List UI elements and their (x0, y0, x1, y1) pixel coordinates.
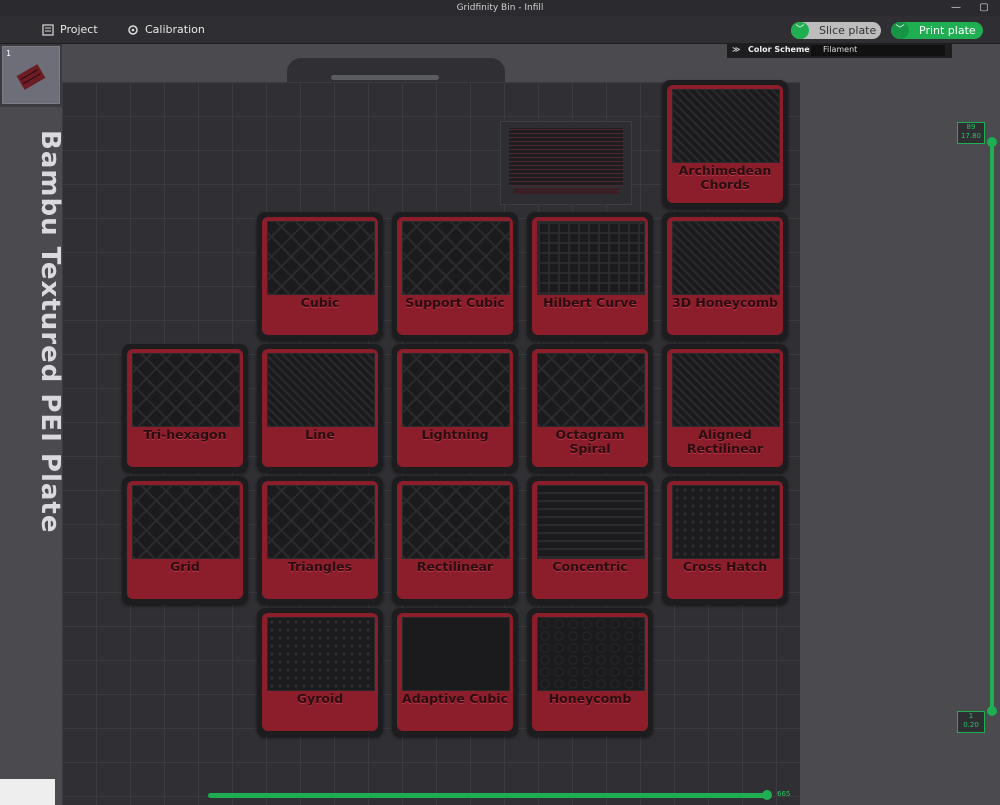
tile-label: Gyroid (296, 691, 344, 706)
layer-top-height: 17.80 (960, 132, 982, 140)
layer-bottom-height: 0.20 (963, 721, 979, 729)
infill-tile[interactable]: Support Cubic (392, 212, 518, 340)
calibration-tab[interactable]: Calibration (127, 21, 205, 38)
tile-pattern (267, 617, 375, 691)
tile-label: Lightning (421, 427, 489, 442)
project-tab[interactable]: Project (42, 21, 98, 38)
view-cube[interactable] (0, 779, 55, 805)
tile-label: Hilbert Curve (543, 295, 637, 310)
infill-tile[interactable]: Hilbert Curve (527, 212, 653, 340)
layer-slider-track[interactable] (990, 140, 994, 712)
small-model-pattern (509, 128, 623, 186)
plate-number: 1 (6, 49, 12, 58)
print-plate-label: Print plate (919, 24, 976, 37)
tile-pattern (267, 221, 375, 295)
tile-pattern (672, 89, 780, 163)
tile-label: Tri-hexagon (143, 427, 227, 442)
tile-pattern (537, 221, 645, 295)
tile-pattern (537, 617, 645, 691)
tile-label: Cubic (300, 295, 340, 310)
infill-tile[interactable]: Lightning (392, 344, 518, 472)
tile-pattern (132, 485, 240, 559)
tile-label: Rectilinear (416, 559, 494, 574)
layer-bottom-badge: 1 0.20 (957, 711, 985, 733)
tile-pattern (537, 485, 645, 559)
tile-label: Aligned Rectilinear (686, 427, 764, 456)
slice-plate-label: Slice plate (819, 24, 877, 37)
tile-pattern (132, 353, 240, 427)
infill-tile[interactable]: Gyroid (257, 608, 383, 736)
infill-tile[interactable]: Concentric (527, 476, 653, 604)
infill-tile[interactable]: Archimedean Chords (662, 80, 788, 208)
plate-preview-icon (16, 64, 46, 90)
plate-handle-slot (331, 75, 439, 80)
tile-label: Octagram Spiral (555, 427, 625, 456)
project-icon (42, 23, 54, 36)
tile-pattern (402, 353, 510, 427)
infill-tile[interactable]: Grid (122, 476, 248, 604)
calibration-label: Calibration (145, 23, 205, 36)
infill-tile[interactable]: Aligned Rectilinear (662, 344, 788, 472)
print-plate-button[interactable]: ﹀ Print plate (891, 22, 983, 39)
tile-label: Concentric (552, 559, 628, 574)
move-slider-handle[interactable] (762, 790, 772, 800)
tile-label: Honeycomb (548, 691, 632, 706)
slice-dropdown-icon[interactable]: ﹀ (791, 22, 809, 39)
infill-tile[interactable]: Tri-hexagon (122, 344, 248, 472)
infill-tile[interactable]: Rectilinear (392, 476, 518, 604)
tile-label: Adaptive Cubic (402, 691, 508, 706)
tile-pattern (402, 485, 510, 559)
plate-name-label: Bambu Textured PEI Plate (35, 130, 65, 534)
tile-label: 3D Honeycomb (672, 295, 778, 310)
slice-plate-button[interactable]: ﹀ Slice plate (791, 22, 881, 39)
small-model-bar (513, 188, 619, 194)
move-slider-track[interactable] (208, 793, 768, 798)
tile-label: Line (305, 427, 335, 442)
small-model-object[interactable] (500, 121, 632, 205)
window-titlebar: Gridfinity Bin - Infill (0, 0, 1000, 16)
layer-top-badge: 89 17.80 (957, 122, 985, 144)
infill-tile[interactable]: Line (257, 344, 383, 472)
layer-bottom-handle[interactable] (987, 706, 997, 716)
tile-pattern (267, 485, 375, 559)
color-scheme-select[interactable]: Filament (811, 45, 945, 56)
infill-tile[interactable]: Honeycomb (527, 608, 653, 736)
maximize-button[interactable]: ▢ (970, 0, 998, 16)
infill-tile[interactable]: Triangles (257, 476, 383, 604)
tile-label: Cross Hatch (682, 559, 768, 574)
maximize-icon: ▢ (979, 2, 989, 13)
tile-label: Grid (170, 559, 200, 574)
tile-pattern (672, 221, 780, 295)
color-scheme-bar[interactable]: ≫ Color Scheme Filament (727, 43, 952, 58)
tile-label: Triangles (287, 559, 353, 574)
window-title: Gridfinity Bin - Infill (456, 3, 544, 13)
infill-tile[interactable]: Cross Hatch (662, 476, 788, 604)
layer-bottom-value: 1 (968, 712, 974, 720)
main-toolbar: Project Calibration ﹀ Slice plate ﹀ Prin… (0, 16, 1000, 44)
project-label: Project (60, 23, 98, 36)
collapse-icon[interactable]: ≫ (732, 45, 740, 54)
infill-tile[interactable]: Octagram Spiral (527, 344, 653, 472)
tile-pattern (267, 353, 375, 427)
move-slider-value: 665 (777, 790, 791, 798)
infill-tile[interactable]: Cubic (257, 212, 383, 340)
tile-pattern (672, 485, 780, 559)
layer-top-value: 89 (966, 123, 976, 131)
tile-pattern (402, 617, 510, 691)
minimize-icon: — (951, 2, 961, 13)
minimize-button[interactable]: — (942, 0, 970, 16)
tile-label: Support Cubic (405, 295, 505, 310)
tile-label: Archimedean Chords (678, 163, 772, 192)
infill-tile[interactable]: Adaptive Cubic (392, 608, 518, 736)
print-dropdown-icon[interactable]: ﹀ (891, 22, 909, 39)
layer-top-handle[interactable] (987, 137, 997, 147)
tile-pattern (402, 221, 510, 295)
plate-thumbnail[interactable]: 1 (2, 46, 60, 104)
gear-icon (128, 24, 138, 35)
color-scheme-label: Color Scheme (748, 45, 810, 54)
color-scheme-value: Filament (823, 45, 858, 54)
tile-pattern (537, 353, 645, 427)
tile-pattern (672, 353, 780, 427)
infill-tile[interactable]: 3D Honeycomb (662, 212, 788, 340)
